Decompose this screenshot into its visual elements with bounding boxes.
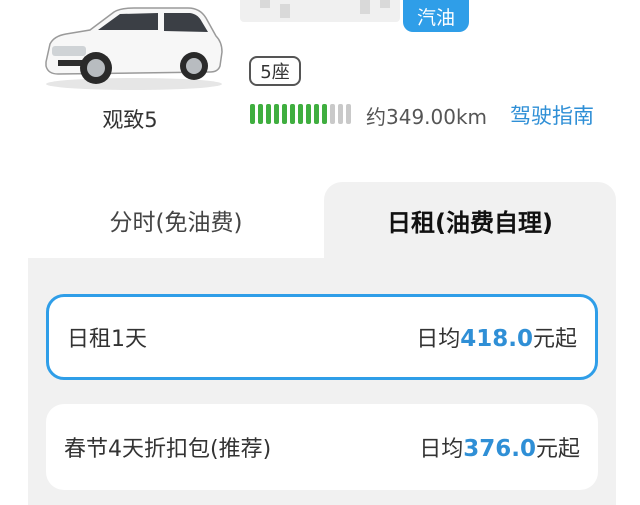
tab-daily[interactable]: 日租(油费自理) xyxy=(324,182,616,258)
fuel-type-tag: 汽油 xyxy=(403,0,469,32)
fuel-level-segment xyxy=(322,104,327,124)
fuel-level-segment xyxy=(346,104,351,124)
fuel-level-segment xyxy=(338,104,343,124)
fuel-level-segment xyxy=(250,104,255,124)
package-list: 日租1天 日均418.0元起 春节4天折扣包(推荐) 日均376.0元起 xyxy=(28,258,616,505)
tab-hourly[interactable]: 分时(免油费) xyxy=(28,182,324,258)
car-model-name: 观致5 xyxy=(102,108,158,132)
fuel-level-segment xyxy=(306,104,311,124)
package-card-spring-festival[interactable]: 春节4天折扣包(推荐) 日均376.0元起 xyxy=(46,404,598,490)
seat-count-tag: 5座 xyxy=(249,56,301,86)
rental-mode-tabs: 分时(免油费) 日租(油费自理) xyxy=(28,182,616,258)
fuel-level-segment xyxy=(330,104,335,124)
car-image xyxy=(45,7,223,90)
fuel-level-segment xyxy=(274,104,279,124)
package-card-daily-1[interactable]: 日租1天 日均418.0元起 xyxy=(46,294,598,380)
fuel-level-segment xyxy=(258,104,263,124)
package-name: 日租1天 xyxy=(67,327,147,352)
fuel-level-segment xyxy=(314,104,319,124)
fuel-level-segment xyxy=(266,104,271,124)
fuel-level-indicator xyxy=(250,103,351,125)
fuel-level-segment xyxy=(298,104,303,124)
driving-guide-link[interactable]: 驾驶指南 xyxy=(510,100,594,130)
package-price: 日均376.0元起 xyxy=(419,436,580,462)
fuel-level-segment xyxy=(290,104,295,124)
car-plate-blurred xyxy=(240,0,400,22)
range-text: 约349.00km xyxy=(366,105,488,129)
car-info-section: 观致5 汽油 5座 约349.00km 驾驶指南 xyxy=(0,0,640,182)
package-name: 春节4天折扣包(推荐) xyxy=(64,437,272,462)
package-price: 日均418.0元起 xyxy=(416,326,577,352)
fuel-level-segment xyxy=(282,104,287,124)
